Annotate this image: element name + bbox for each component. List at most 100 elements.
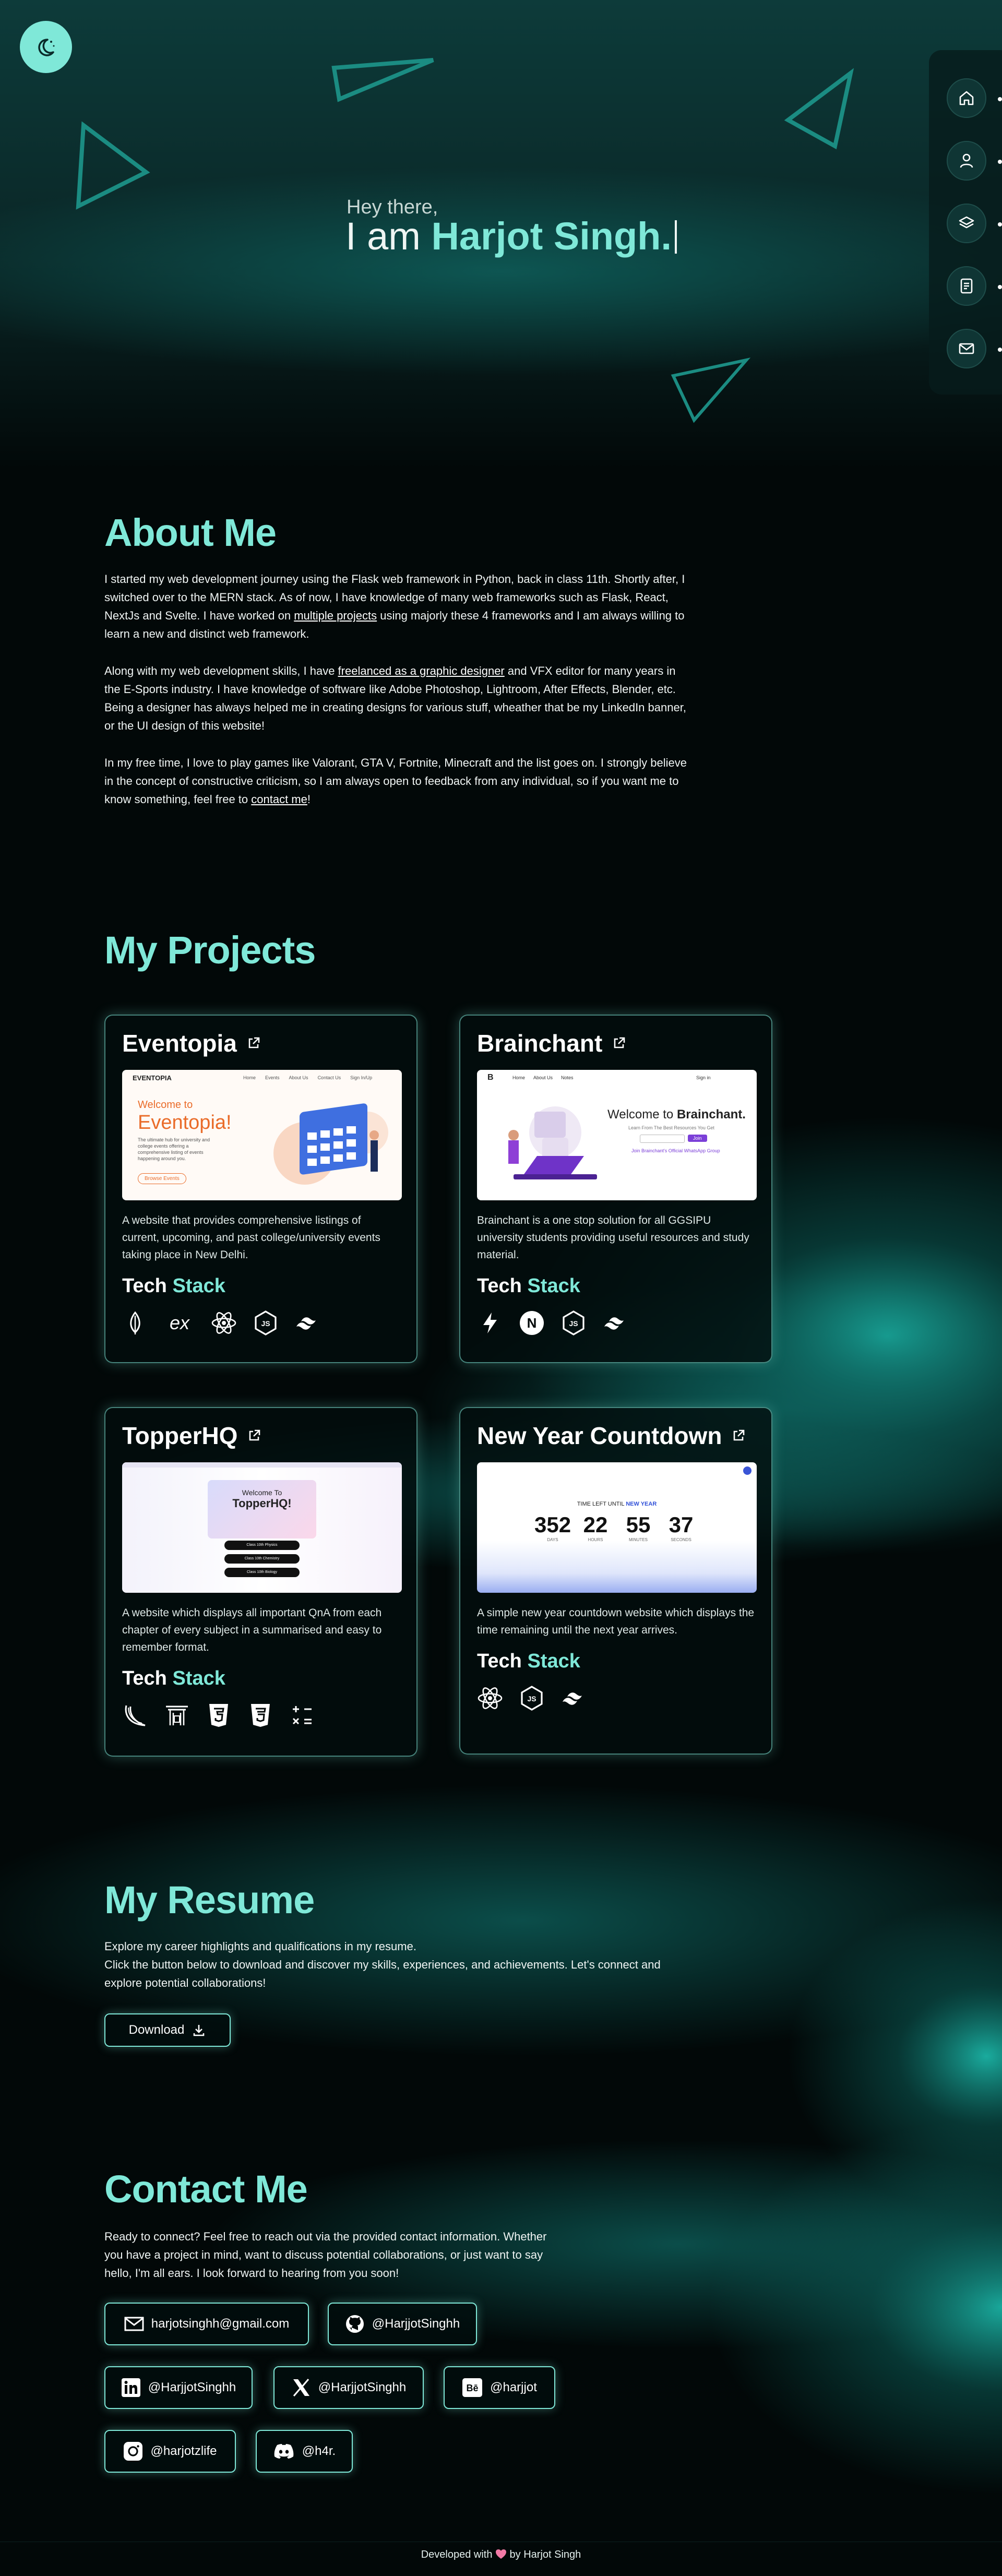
hero-heading: I am Harjot Singh. — [345, 214, 677, 258]
project-description: A website that provides comprehensive li… — [122, 1214, 380, 1261]
contact-linkedin-button[interactable]: @HarjjotSinghh — [104, 2366, 253, 2409]
nav-dot — [998, 160, 1002, 164]
express-icon: ex — [169, 1312, 190, 1333]
project-title: New Year Countdown — [477, 1422, 722, 1449]
tech-stack-title: Tech Stack — [477, 1650, 580, 1672]
contact-title: Contact Me — [104, 2167, 308, 2211]
tailwind-icon — [294, 1310, 320, 1336]
external-link-icon[interactable] — [612, 1036, 626, 1051]
nextjs-icon: N — [519, 1310, 545, 1336]
project-screenshot: Welcome To TopperHQ! Class 10th Physics … — [122, 1462, 402, 1593]
about-paragraph-1: I started my web development journey usi… — [104, 573, 685, 640]
mail-icon — [124, 2316, 144, 2332]
github-icon — [345, 2314, 365, 2334]
project-card-topperhq: TopperHQ Welcome To TopperHQ! Class 10th… — [104, 1407, 418, 1757]
project-screenshot: EVENTOPIA Home Events About Us Contact Us Si… — [122, 1070, 402, 1200]
svg-text:N: N — [527, 1315, 537, 1331]
user-icon — [958, 152, 975, 170]
discord-icon — [273, 2443, 295, 2460]
project-card-eventopia: Eventopia EVENTOPIA Home Events About Us Co… — [104, 1015, 418, 1363]
css3-icon — [247, 1702, 273, 1728]
resume-line-2: Click the button below to download and d… — [104, 1958, 661, 1989]
document-icon — [958, 277, 975, 295]
graphic-designer-link[interactable]: freelanced as a graphic designer — [338, 664, 505, 677]
nav-dot — [998, 348, 1002, 352]
nav-projects-button[interactable] — [947, 204, 1002, 243]
external-link-icon[interactable] — [246, 1036, 261, 1051]
html5-icon — [206, 1702, 232, 1728]
nav-dot — [998, 285, 1002, 289]
svg-text:JS: JS — [261, 1319, 270, 1328]
theme-toggle-button[interactable] — [20, 21, 72, 73]
home-icon — [958, 89, 975, 107]
tech-stack-icons: ex JS — [122, 1310, 400, 1336]
resume-title: My Resume — [104, 1878, 315, 1922]
nodejs-icon: JS — [560, 1310, 587, 1336]
nodejs-icon: JS — [253, 1310, 279, 1336]
project-card-brainchant: Brainchant B Home About Us Notes Sign in W… — [459, 1015, 772, 1363]
project-description: Brainchant is a one stop solution for al… — [477, 1214, 749, 1261]
nav-about-button[interactable] — [947, 141, 1002, 181]
tech-stack-title: Tech Stack — [122, 1667, 225, 1689]
contact-instagram-button[interactable]: @harjotzlife — [104, 2430, 236, 2473]
react-icon — [211, 1310, 237, 1336]
vite-icon — [477, 1310, 503, 1336]
math-icon — [289, 1702, 315, 1728]
project-screenshot: B Home About Us Notes Sign in Welcome to B… — [477, 1070, 757, 1200]
behance-icon: Bē — [462, 2378, 483, 2398]
contact-behance-button[interactable]: Bē @harjjot — [444, 2366, 555, 2409]
hero-prefix: I am — [345, 214, 432, 258]
tech-stack-title: Tech Stack — [122, 1275, 225, 1297]
svg-text:Bē: Bē — [467, 2383, 479, 2393]
nav-resume-button[interactable] — [947, 266, 1002, 306]
heart-icon — [495, 2549, 507, 2559]
jinja-icon — [164, 1702, 190, 1728]
about-paragraph-2: Along with my web development skills, I … — [104, 664, 686, 732]
layers-icon — [958, 214, 975, 232]
external-link-icon[interactable] — [731, 1428, 746, 1443]
contact-github-button[interactable]: @HarjjotSinghh — [328, 2303, 477, 2345]
contact-discord-button[interactable]: @h4r. — [256, 2430, 353, 2473]
tech-stack-icons: N JS — [477, 1310, 755, 1336]
mail-icon — [958, 340, 975, 357]
project-title: Brainchant — [477, 1030, 603, 1057]
nav-dot — [998, 97, 1002, 101]
footer-credit: Developed with by Harjot Singh — [421, 2549, 581, 2560]
contact-me-link[interactable]: contact me — [251, 793, 307, 806]
tech-stack-icons: JS — [477, 1685, 755, 1711]
about-paragraph-3: In my free time, I love to play games li… — [104, 756, 687, 806]
multiple-projects-link[interactable]: multiple projects — [294, 609, 377, 622]
project-description: A website which displays all important Q… — [122, 1607, 382, 1653]
download-icon — [192, 2023, 206, 2037]
typing-caret — [674, 220, 677, 254]
contact-x-button[interactable]: @HarjjotSinghh — [273, 2366, 424, 2409]
x-icon — [291, 2378, 311, 2398]
nav-dot — [998, 222, 1002, 226]
about-title: About Me — [104, 511, 277, 554]
nodejs-icon: JS — [519, 1685, 545, 1711]
external-link-icon[interactable] — [247, 1428, 261, 1443]
projects-title: My Projects — [104, 928, 316, 972]
project-description: A simple new year countdown website whic… — [477, 1607, 755, 1636]
download-resume-button[interactable]: Download — [104, 2013, 231, 2047]
instagram-icon — [123, 2441, 143, 2461]
flask-icon — [122, 1702, 148, 1728]
tailwind-icon — [602, 1310, 628, 1336]
contact-email-button[interactable]: harjotsinghh@gmail.com — [104, 2303, 309, 2345]
mongodb-icon — [122, 1310, 148, 1336]
contact-text: Ready to connect? Feel free to reach out… — [104, 2230, 547, 2280]
linkedin-icon — [121, 2378, 141, 2398]
moon-stars-icon — [33, 34, 58, 59]
tailwind-icon — [560, 1685, 587, 1711]
nav-contact-button[interactable] — [947, 329, 1002, 368]
side-navigation — [929, 50, 1002, 395]
project-title: Eventopia — [122, 1030, 237, 1057]
hero-name: Harjot Singh. — [431, 214, 672, 258]
svg-text:JS: JS — [569, 1319, 578, 1328]
nav-home-button[interactable] — [947, 78, 1002, 118]
svg-text:JS: JS — [527, 1695, 536, 1703]
project-title: TopperHQ — [122, 1422, 238, 1449]
project-card-new-year-countdown: New Year Countdown TIME LEFT UNTIL NEW Y… — [459, 1407, 772, 1755]
project-screenshot: TIME LEFT UNTIL NEW YEAR 352 DAYS 22 HOURS… — [477, 1462, 757, 1593]
resume-line-1: Explore my career highlights and qualifi… — [104, 1940, 416, 1953]
